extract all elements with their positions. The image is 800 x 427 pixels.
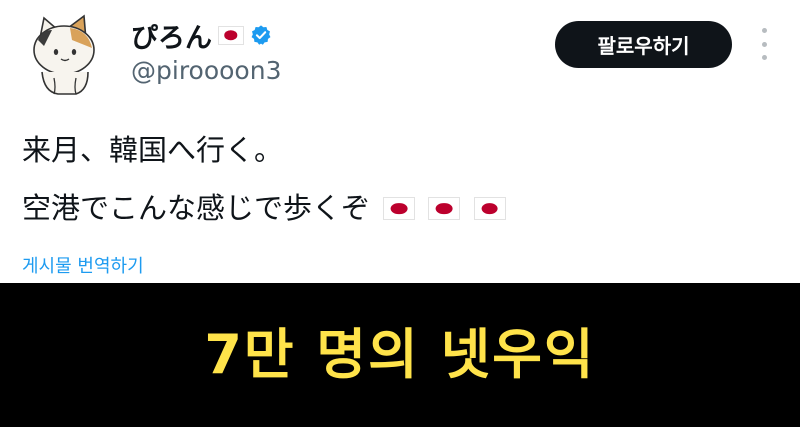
display-name-text[interactable]: ぴろん [131,16,212,55]
calico-cat-avatar-icon [33,14,95,95]
tweet-text-line-2-text: 空港でこんな感じで歩くぞ [22,191,371,225]
follow-button[interactable]: 팔로우하기 [555,21,732,68]
dot [761,28,767,33]
tweet-card: ぴろん @piroooon3 팔로우하기 来月、韓国へ行く。 空港でこんな感じで… [0,0,800,283]
user-handle[interactable]: @piroooon3 [131,56,281,85]
dot [761,55,767,60]
tweet-text-line-1: 来月、韓国へ行く。 [22,133,284,167]
tweet-text-line-2: 空港でこんな感じで歩くぞ [22,185,506,227]
avatar[interactable] [18,8,108,98]
japan-flag-icon [383,197,416,220]
caption-text: 7만 명의 넷우익 [204,323,596,386]
japan-flag-icon [218,25,244,45]
japan-flag-icon [473,197,506,220]
more-vertical-icon[interactable] [757,28,771,60]
verified-badge-icon [251,25,271,45]
display-name[interactable]: ぴろん [131,16,272,55]
caption-band: 7만 명의 넷우익 [0,283,800,427]
translate-post-link[interactable]: 게시물 번역하기 [22,252,144,278]
dot [761,41,767,47]
japan-flag-icon [428,197,461,220]
